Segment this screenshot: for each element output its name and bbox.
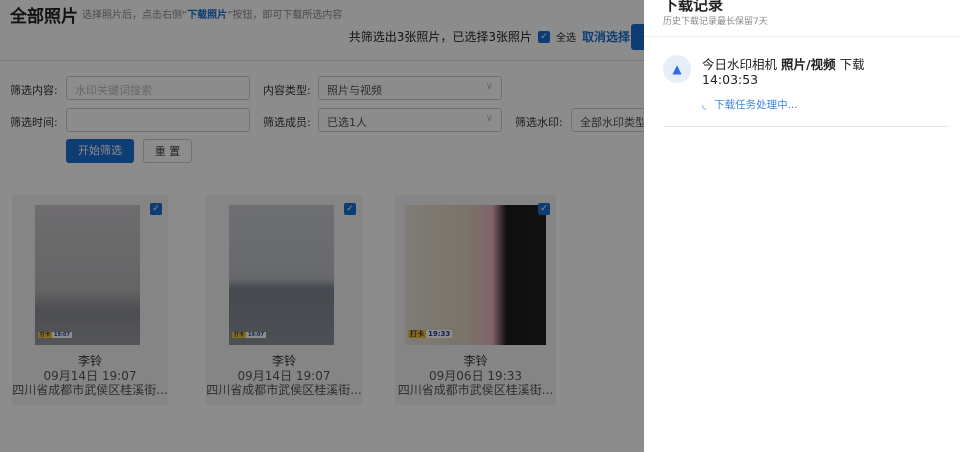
drawer-title: 下载记录 [663, 0, 724, 14]
modal-overlay[interactable] [0, 0, 644, 452]
mountain-image-icon: ▲ [663, 55, 691, 83]
record-status: ◟ 下载任务处理中... [702, 97, 798, 112]
loading-spinner-icon: ◟ [702, 99, 707, 111]
record-status-text: 下载任务处理中... [714, 99, 798, 111]
divider [663, 126, 949, 127]
divider [644, 36, 960, 37]
record-app: 今日水印相机 [702, 57, 778, 72]
download-record: 今日水印相机 照片/视频 下载 14:03:53 [702, 57, 865, 87]
drawer-subtitle: 历史下载记录最长保留7天 [663, 17, 768, 27]
record-type: 照片/视频 [781, 57, 836, 72]
record-time: 14:03:53 [702, 72, 759, 87]
download-records-drawer: 下载记录 历史下载记录最长保留7天 ▲ 今日水印相机 照片/视频 下载 14:0… [644, 0, 960, 452]
record-action: 下载 [839, 57, 865, 72]
